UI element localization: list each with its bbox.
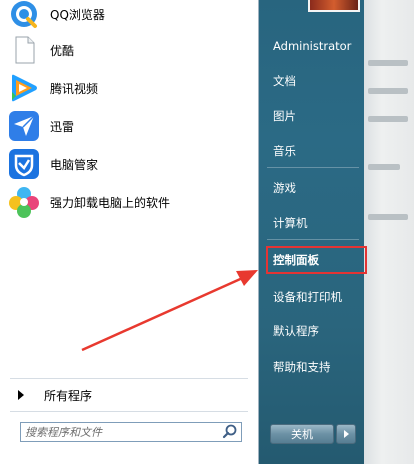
- shutdown-group: 关机: [270, 424, 356, 444]
- all-programs-button[interactable]: 所有程序: [10, 385, 250, 405]
- search-icon[interactable]: [221, 423, 239, 441]
- all-programs-label: 所有程序: [44, 388, 93, 403]
- youku-file-icon: [8, 34, 40, 66]
- menu-item-devices-printers[interactable]: 设备和打印机: [263, 283, 363, 311]
- pc-manager-icon: [8, 148, 40, 180]
- program-label: QQ浏览器: [50, 7, 105, 22]
- program-item-xunlei[interactable]: 迅雷: [8, 109, 254, 143]
- program-label: 强力卸载电脑上的软件: [50, 195, 171, 210]
- triangle-right-icon: [18, 390, 24, 400]
- menu-item-music[interactable]: 音乐: [263, 137, 363, 165]
- menu-item-computer[interactable]: 计算机: [263, 209, 363, 237]
- divider: [10, 411, 248, 412]
- user-name-item[interactable]: Administrator: [263, 32, 363, 60]
- menu-item-documents[interactable]: 文档: [263, 67, 363, 95]
- user-picture[interactable]: [308, 0, 360, 12]
- divider: [10, 378, 248, 379]
- program-label: 电脑管家: [50, 157, 99, 172]
- menu-item-help-support[interactable]: 帮助和支持: [263, 353, 363, 381]
- menu-item-default-programs[interactable]: 默认程序: [263, 317, 363, 345]
- background-document: [360, 0, 414, 464]
- search-box[interactable]: [20, 422, 242, 442]
- menu-item-games[interactable]: 游戏: [263, 174, 363, 202]
- search-input[interactable]: [21, 424, 221, 440]
- program-item-tencent-video[interactable]: 腾讯视频: [8, 71, 254, 105]
- control-panel-highlight-box: [266, 246, 367, 274]
- program-label: 腾讯视频: [50, 81, 99, 96]
- qq-browser-icon: [8, 0, 40, 30]
- divider: [267, 239, 359, 240]
- program-label: 优酷: [50, 43, 75, 58]
- start-menu-programs-pane: QQ浏览器 优酷 腾讯视频 迅雷 电脑管家 强力卸载电脑上的软件 所有程序 搜索…: [0, 0, 259, 464]
- program-label: 迅雷: [50, 119, 75, 134]
- menu-item-pictures[interactable]: 图片: [263, 102, 363, 130]
- program-item-uninstaller[interactable]: 强力卸载电脑上的软件: [8, 185, 254, 219]
- tencent-video-icon: [8, 72, 40, 104]
- divider: [267, 167, 359, 168]
- program-item-qq-browser[interactable]: QQ浏览器: [8, 0, 254, 31]
- uninstaller-icon: [8, 186, 40, 218]
- program-item-pc-manager[interactable]: 电脑管家: [8, 147, 254, 181]
- shutdown-button[interactable]: 关机: [270, 424, 334, 444]
- shutdown-options-arrow-icon[interactable]: [336, 424, 356, 444]
- xunlei-icon: [8, 110, 40, 142]
- program-item-youku[interactable]: 优酷: [8, 33, 254, 67]
